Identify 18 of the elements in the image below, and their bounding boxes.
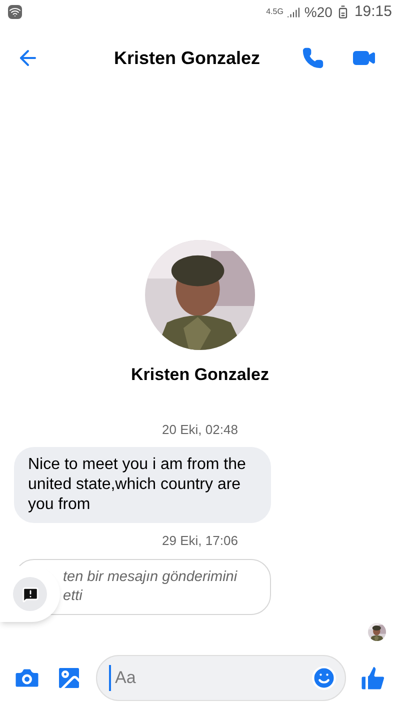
wifi-icon <box>8 5 22 19</box>
message-field[interactable]: Aa <box>96 655 346 701</box>
report-button[interactable] <box>0 566 60 622</box>
clock-time: 19:15 <box>354 2 392 22</box>
warning-message-icon <box>22 586 38 602</box>
network-type: 4.5G <box>266 6 284 18</box>
message-timestamp: 29 Eki, 17:06 <box>161 532 239 550</box>
phone-icon <box>302 47 324 69</box>
message-input[interactable]: Aa <box>109 665 311 691</box>
emoji-icon[interactable] <box>311 665 337 691</box>
unsent-notice: ten bir mesajın gönderimini <box>63 568 238 586</box>
message-bubble: Nice to meet you i am from the united state,which country are you from <box>14 447 271 523</box>
message-timestamp: 20 Eki, 02:48 <box>161 420 239 438</box>
battery-percent: %20 <box>304 2 332 22</box>
unsent-notice: etti <box>63 586 82 606</box>
chat-title: Kristen Gonzalez <box>112 46 262 70</box>
profile-name: Kristen Gonzalez <box>131 364 269 386</box>
signal-icon <box>287 6 300 18</box>
